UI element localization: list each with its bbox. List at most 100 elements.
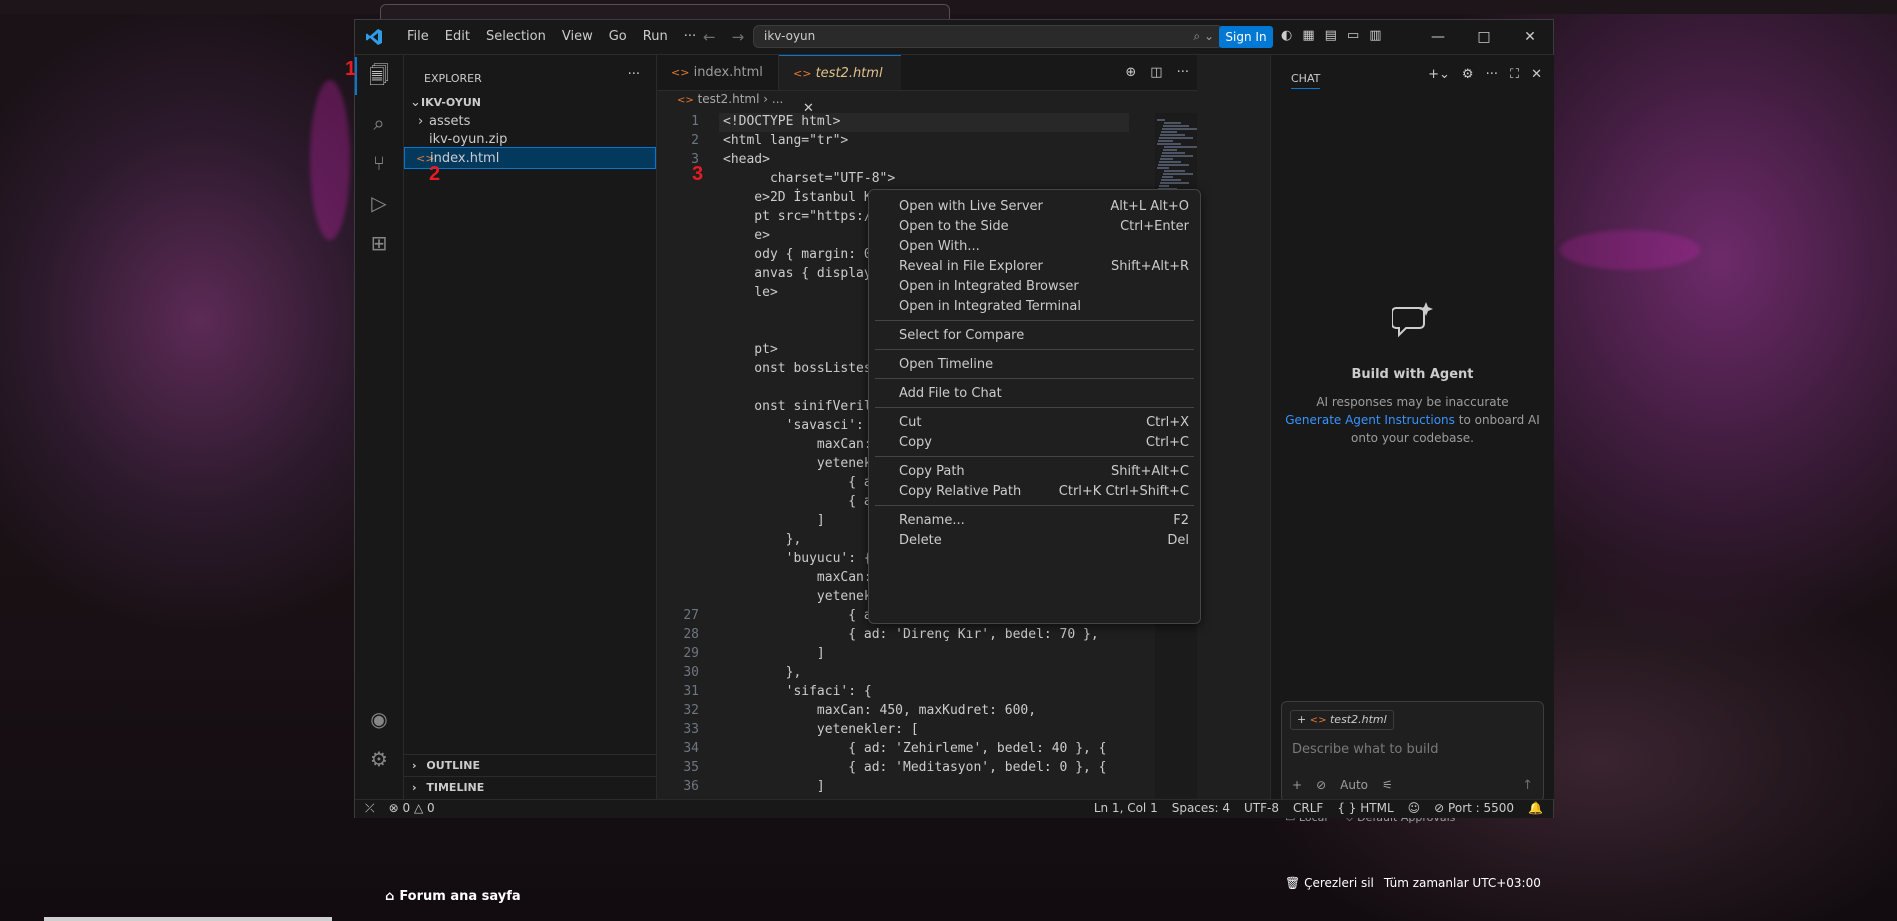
customize-layout-icon[interactable]: ▦ (1302, 28, 1314, 43)
accounts-icon[interactable]: ◐ (1281, 28, 1292, 43)
menu-file[interactable]: File (399, 28, 437, 46)
bell-icon[interactable]: 🔔 (1528, 801, 1543, 815)
chat-more-icon[interactable]: ··· (1486, 67, 1498, 82)
explorer-icon[interactable]: 🗐 (367, 63, 391, 87)
context-menu-item[interactable]: Select for Compare (899, 325, 1189, 347)
extensions-icon[interactable]: ⊞ (367, 231, 391, 255)
back-arrow-icon[interactable]: ← (703, 28, 716, 46)
context-menu-item[interactable]: Cut Ctrl+X (899, 412, 1189, 434)
live-server-port[interactable]: ⊘ Port : 5500 (1434, 801, 1514, 815)
tree-item-index-html[interactable]: <> index.html (404, 147, 656, 169)
delete-cookies-label: Çerezleri sil (1304, 876, 1374, 890)
maximize-icon[interactable]: □ (1461, 20, 1507, 54)
tab-index-html[interactable]: <> index.html (657, 55, 779, 90)
chat-input-box[interactable]: + <> test2.html Describe what to build +… (1281, 701, 1544, 802)
language-mode[interactable]: { } HTML (1337, 801, 1393, 815)
html-file-icon: <> (671, 66, 690, 79)
delete-cookies-link[interactable]: 🗑 Çerezleri sil (1285, 876, 1374, 890)
minimap-line (1162, 152, 1185, 154)
new-chat-icon[interactable]: +⌄ (1428, 67, 1450, 82)
tab-test2-html[interactable]: <> test2.html ✕ (779, 55, 901, 116)
menu-run[interactable]: Run (635, 28, 676, 46)
context-menu-item[interactable]: Reveal in File Explorer Shift+Alt+R (899, 256, 1189, 278)
context-menu-item[interactable]: Open with Live Server Alt+L Alt+O (899, 196, 1189, 218)
tools-icon[interactable]: ⚟ (1382, 778, 1393, 792)
generate-instructions-link[interactable]: Generate Agent Instructions (1285, 413, 1455, 427)
split-editor-icon[interactable]: ◫ (1150, 65, 1162, 80)
minimap-line (1161, 131, 1177, 133)
copilot-icon[interactable]: ☺ (1408, 801, 1421, 815)
chat-settings-icon[interactable]: ⚙ (1462, 67, 1474, 82)
maximize-chat-icon[interactable]: ⛶ (1510, 67, 1519, 82)
mode-icon[interactable]: ⊘ (1316, 778, 1326, 792)
context-menu-item[interactable]: Copy Ctrl+C (899, 432, 1189, 454)
line-ending[interactable]: CRLF (1293, 801, 1323, 815)
search-icon[interactable]: ⌕ (367, 111, 391, 135)
menu-go[interactable]: Go (601, 28, 635, 46)
forum-home-link[interactable]: ⌂ Forum ana sayfa (385, 889, 521, 904)
context-menu-label: Open to the Side (899, 219, 1009, 234)
context-menu-item[interactable]: Open to the Side Ctrl+Enter (899, 216, 1189, 238)
forward-arrow-icon[interactable]: → (732, 28, 745, 46)
menu-view[interactable]: View (554, 28, 601, 46)
chevron-right-icon: › (412, 781, 417, 794)
problems-indicator[interactable]: ⊗ 0 △ 0 (389, 801, 435, 816)
outline-section[interactable]: › OUTLINE (404, 754, 656, 777)
add-icon[interactable]: + (1292, 778, 1302, 792)
context-menu-item[interactable]: Open in Integrated Terminal (899, 296, 1189, 318)
context-menu-separator (875, 456, 1194, 457)
toggle-secondary-sidebar-icon[interactable]: ▥ (1369, 28, 1381, 43)
remote-icon[interactable]: ⤫ (365, 801, 375, 816)
cursor-position[interactable]: Ln 1, Col 1 (1094, 801, 1158, 815)
close-window-icon[interactable]: ✕ (1507, 20, 1553, 54)
mode-picker[interactable]: Auto (1340, 778, 1368, 792)
context-menu-item[interactable]: Rename... F2 (899, 510, 1189, 532)
context-menu-label: Reveal in File Explorer (899, 259, 1043, 274)
minimize-icon[interactable]: — (1415, 20, 1461, 54)
line-number: 31 (683, 684, 699, 699)
context-menu-label: Open in Integrated Browser (899, 279, 1079, 294)
line-number: 33 (683, 722, 699, 737)
toggle-panel-icon[interactable]: ▭ (1347, 28, 1359, 43)
code-line: maxCan: 450, maxKudret: 600, (723, 703, 1037, 718)
context-menu-item[interactable]: Copy Relative Path Ctrl+K Ctrl+Shift+C (899, 481, 1189, 503)
encoding[interactable]: UTF-8 (1244, 801, 1279, 815)
context-menu-item[interactable]: Delete Del (899, 530, 1189, 552)
copilot-chevron-icon[interactable]: ⌕ ⌄ (1193, 29, 1214, 44)
context-menu-item[interactable]: Open Timeline (899, 354, 1189, 376)
editor-actions: ⊕ ◫ ··· (1125, 65, 1189, 80)
source-control-icon[interactable]: ⑂ (367, 151, 391, 175)
timeline-section[interactable]: › TIMELINE (404, 776, 656, 799)
breadcrumb[interactable]: <> test2.html › ... (677, 92, 783, 106)
forum-home-label: Forum ana sayfa (399, 889, 521, 904)
command-center[interactable]: ikv-oyun ⌕ ⌄ (753, 25, 1223, 48)
settings-gear-icon[interactable]: ⚙ (367, 747, 391, 771)
context-menu-item[interactable]: Open With... (899, 236, 1189, 258)
context-menu-item[interactable]: Add File to Chat (899, 383, 1189, 405)
menu-selection[interactable]: Selection (478, 28, 554, 46)
run-debug-icon[interactable]: ▷ (367, 191, 391, 215)
explorer-more-icon[interactable]: ··· (628, 67, 640, 82)
minimap-line (1163, 125, 1189, 127)
minimap-line (1158, 164, 1189, 166)
menu-edit[interactable]: Edit (437, 28, 478, 46)
chat-placeholder[interactable]: Describe what to build (1292, 742, 1439, 757)
context-menu-item[interactable]: Open in Integrated Browser (899, 276, 1189, 298)
editor-more-icon[interactable]: ··· (1177, 65, 1189, 80)
account-icon[interactable]: ◉ (367, 707, 391, 731)
minimap-line (1159, 161, 1181, 163)
context-menu-separator (875, 505, 1194, 506)
sign-in-button[interactable]: Sign In (1219, 26, 1273, 48)
globe-icon[interactable]: ⊕ (1125, 65, 1136, 80)
minimap-line (1159, 185, 1169, 187)
annotation-1: 1 (345, 58, 357, 80)
vscode-logo-icon (366, 29, 382, 45)
close-chat-icon[interactable]: ✕ (1531, 67, 1542, 82)
indentation[interactable]: Spaces: 4 (1172, 801, 1230, 815)
menu-more[interactable]: ··· (676, 28, 704, 46)
context-attachment[interactable]: + <> test2.html (1290, 710, 1394, 730)
context-menu-item[interactable]: Copy Path Shift+Alt+C (899, 461, 1189, 483)
toggle-sidebar-icon[interactable]: ▤ (1325, 28, 1337, 43)
vscode-window: File Edit Selection View Go Run ··· ← → … (354, 19, 1554, 824)
send-icon[interactable]: ↑ (1522, 778, 1533, 793)
